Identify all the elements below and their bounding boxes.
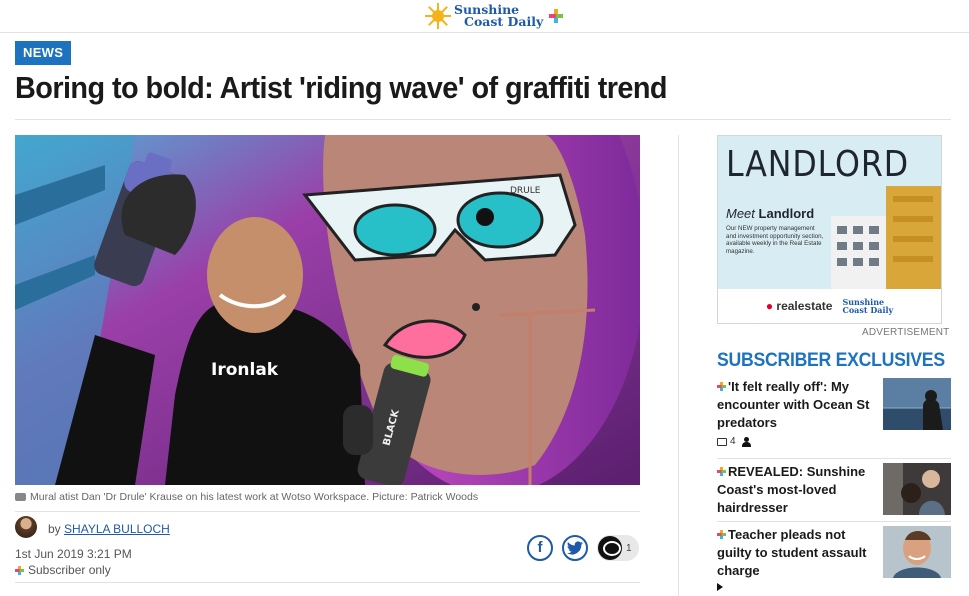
divider bbox=[717, 521, 951, 522]
plus-icon bbox=[549, 9, 564, 23]
article-photo[interactable]: DRULE Ironlak BLACK bbox=[15, 135, 640, 485]
hairdresser-thumbnail bbox=[883, 463, 951, 515]
advertisement-label: ADVERTISEMENT bbox=[862, 327, 950, 338]
author-link[interactable]: SHAYLA BULLOCH bbox=[64, 522, 170, 536]
story-title[interactable]: REVEALED: Sunshine Coast's most-loved ha… bbox=[717, 463, 875, 517]
glasses-text: DRULE bbox=[510, 186, 541, 196]
ad-footer: ● realestate Sunshine Coast Daily bbox=[718, 289, 941, 323]
author-avatar[interactable] bbox=[15, 516, 37, 538]
photo-caption: Mural atist Dan 'Dr Drule' Krause on his… bbox=[15, 491, 478, 503]
subscriber-only-label: Subscriber only bbox=[15, 563, 111, 577]
comment-bubble-icon bbox=[598, 536, 622, 560]
publish-date: 1st Jun 2019 3:21 PM bbox=[15, 547, 132, 561]
plus-icon bbox=[717, 530, 726, 539]
ad-brand: LANDLORD bbox=[726, 144, 910, 185]
comment-count: 1 bbox=[626, 542, 632, 554]
realestate-mark-icon: ● bbox=[765, 299, 774, 313]
ad-meet-name: Landlord bbox=[758, 206, 815, 221]
teacher-thumbnail bbox=[883, 526, 951, 578]
story-title-text: REVEALED: Sunshine Coast's most-loved ha… bbox=[717, 464, 866, 515]
twitter-share-button[interactable] bbox=[562, 535, 588, 561]
site-header: Sunshine Coast Daily bbox=[0, 0, 969, 33]
story-title[interactable]: 'It felt really off': My encounter with … bbox=[717, 378, 875, 432]
subscriber-only-text: Subscriber only bbox=[28, 563, 111, 577]
camera-icon bbox=[15, 493, 26, 501]
divider bbox=[15, 119, 951, 120]
ad-sunshine-logo: Sunshine Coast Daily bbox=[842, 298, 893, 314]
ad-logo-line2: Coast Daily bbox=[842, 305, 894, 315]
story-title[interactable]: Teacher pleads not guilty to student ass… bbox=[717, 526, 875, 580]
building-image bbox=[831, 186, 941, 291]
category-badge[interactable]: NEWS bbox=[15, 41, 72, 65]
play-arrow-icon[interactable] bbox=[717, 583, 723, 591]
story-thumbnail[interactable] bbox=[883, 378, 951, 430]
ad-blurb: Our NEW property management and investme… bbox=[726, 225, 824, 255]
divider bbox=[15, 511, 640, 512]
facebook-icon: f bbox=[537, 539, 543, 556]
ocean-thumbnail bbox=[883, 378, 951, 430]
caption-text: Mural atist Dan 'Dr Drule' Krause on his… bbox=[30, 491, 479, 503]
story-comment-count: 4 bbox=[730, 436, 736, 447]
site-logo[interactable]: Sunshine Coast Daily bbox=[425, 2, 564, 30]
story-title-text: 'It felt really off': My encounter with … bbox=[717, 379, 870, 430]
story-thumbnail[interactable] bbox=[883, 526, 951, 578]
logo-line2: Coast Daily bbox=[464, 14, 544, 29]
plus-icon bbox=[15, 565, 24, 575]
ad-meet-prefix: Meet bbox=[726, 206, 755, 221]
facebook-share-button[interactable]: f bbox=[527, 535, 553, 561]
realestate-logo: ● realestate bbox=[766, 299, 833, 313]
subscriber-exclusives-heading: SUBSCRIBER EXCLUSIVES bbox=[717, 350, 945, 371]
story-item[interactable]: 'It felt really off': My encounter with … bbox=[717, 378, 951, 454]
story-title-text: Teacher pleads not guilty to student ass… bbox=[717, 527, 867, 578]
byline-prefix: by bbox=[48, 522, 61, 536]
column-divider bbox=[678, 135, 679, 596]
divider bbox=[15, 582, 640, 583]
story-item[interactable]: REVEALED: Sunshine Coast's most-loved ha… bbox=[717, 463, 951, 519]
plus-icon bbox=[717, 382, 726, 391]
comments-button[interactable]: 1 bbox=[597, 535, 639, 561]
story-item[interactable]: Teacher pleads not guilty to student ass… bbox=[717, 526, 951, 582]
hoodie-text: Ironlak bbox=[211, 360, 279, 380]
story-thumbnail[interactable] bbox=[883, 463, 951, 515]
comment-icon bbox=[717, 437, 727, 446]
article-headline: Boring to bold: Artist 'riding wave' of … bbox=[15, 70, 668, 105]
twitter-icon bbox=[567, 541, 583, 555]
sun-icon bbox=[425, 3, 451, 29]
mural-photo: DRULE Ironlak BLACK bbox=[15, 135, 640, 485]
logo-wordmark: Sunshine Coast Daily bbox=[454, 3, 544, 29]
byline: by SHAYLA BULLOCH bbox=[48, 522, 170, 536]
realestate-label: realestate bbox=[776, 299, 833, 313]
person-icon bbox=[741, 436, 751, 447]
story-meta: 4 bbox=[717, 436, 751, 447]
plus-icon bbox=[717, 467, 726, 476]
advertisement-banner[interactable]: LANDLORD Meet Landlord Our NEW property … bbox=[717, 135, 942, 324]
divider bbox=[717, 458, 951, 459]
ad-headline: Meet Landlord bbox=[726, 206, 814, 221]
